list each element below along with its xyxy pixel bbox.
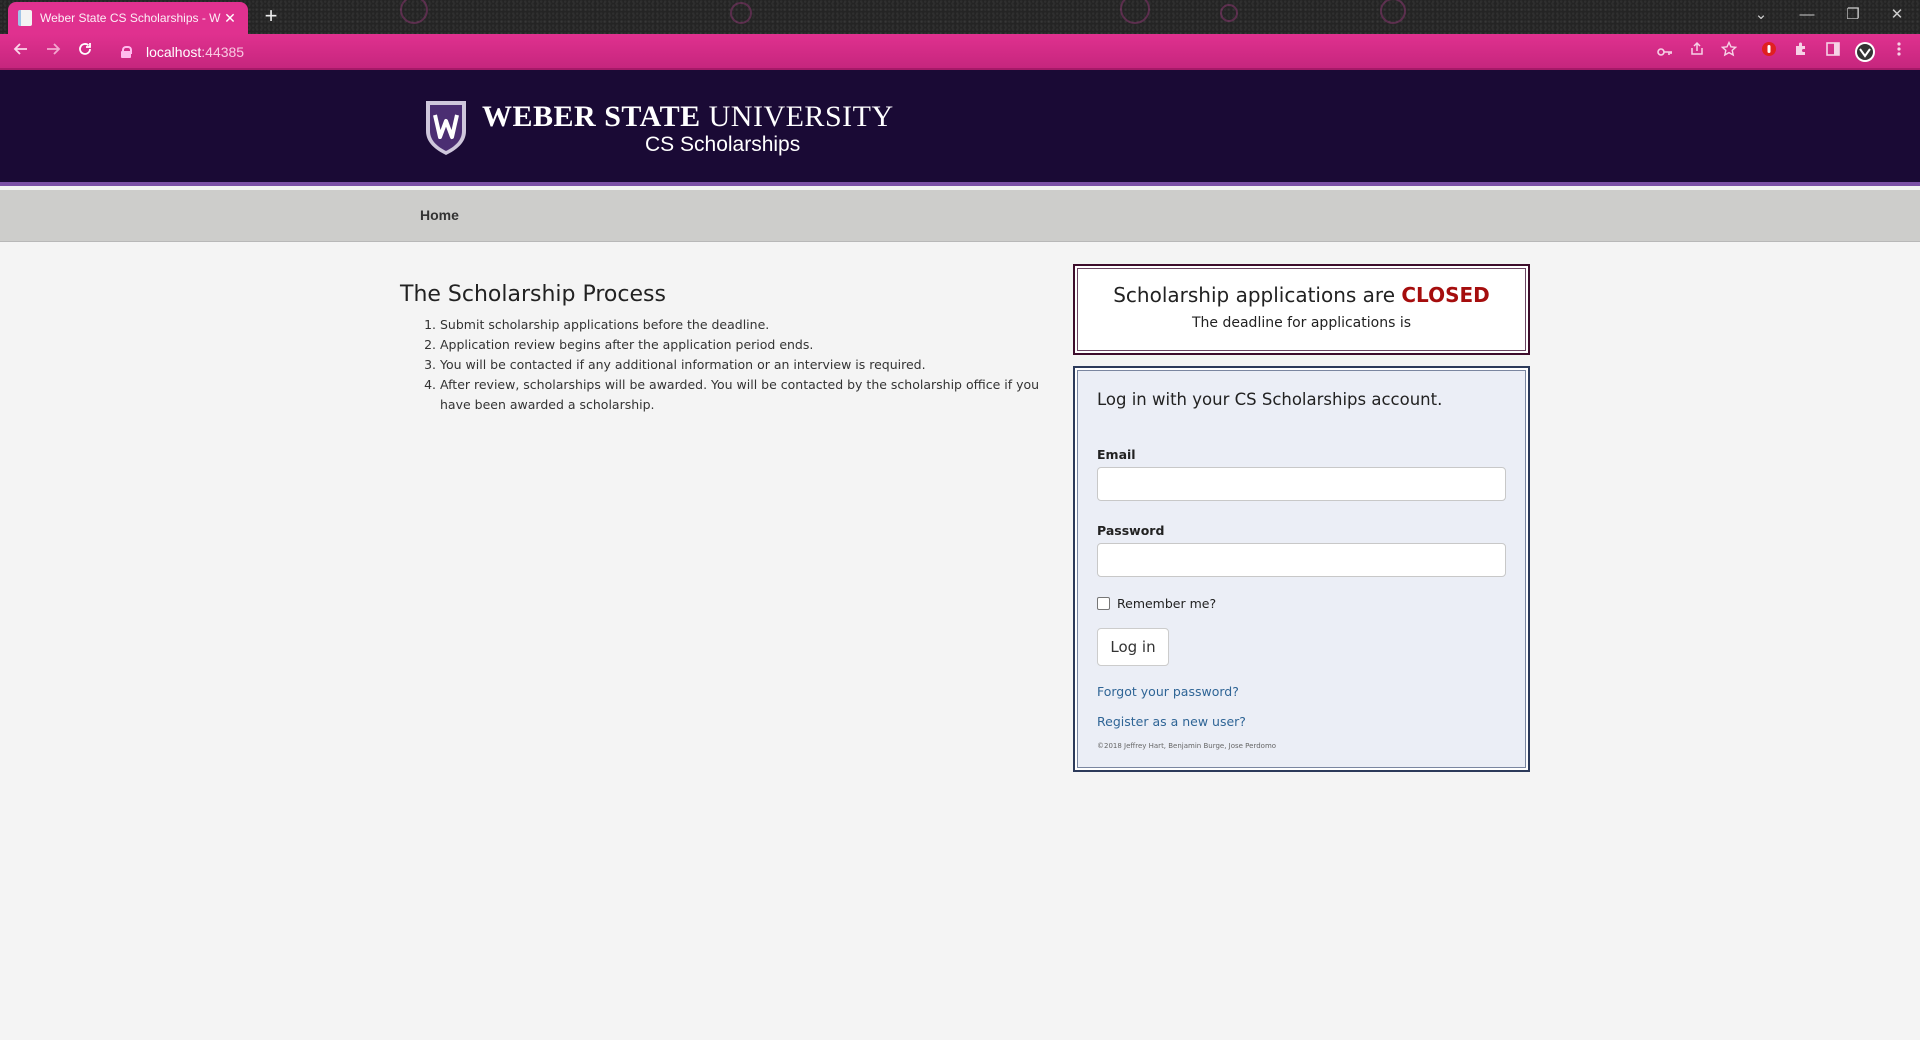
site-header: WEBER STATE UNIVERSITY CS Scholarships bbox=[0, 70, 1920, 186]
process-title: The Scholarship Process bbox=[400, 282, 666, 307]
site-subtitle: CS Scholarships bbox=[645, 133, 801, 156]
restore-button[interactable]: ❐ bbox=[1830, 0, 1876, 30]
tab-strip: Weber State CS Scholarships - W ✕ + ⌄ — … bbox=[0, 0, 1920, 34]
back-icon[interactable] bbox=[8, 39, 34, 65]
status-closed-badge: CLOSED bbox=[1401, 283, 1490, 307]
forward-icon[interactable] bbox=[40, 39, 66, 65]
theme-decoration bbox=[400, 0, 428, 24]
key-icon[interactable] bbox=[1654, 41, 1676, 63]
nav-home-link[interactable]: Home bbox=[420, 207, 459, 223]
new-tab-button[interactable]: + bbox=[258, 4, 284, 30]
extension-icon[interactable] bbox=[1758, 41, 1780, 63]
remember-me-checkbox[interactable] bbox=[1097, 597, 1110, 610]
password-label: Password bbox=[1097, 523, 1165, 538]
shield-icon bbox=[426, 101, 466, 155]
process-step: Application review begins after the appl… bbox=[440, 335, 1040, 355]
remember-me-label[interactable]: Remember me? bbox=[1117, 596, 1216, 611]
status-prefix: Scholarship applications are bbox=[1113, 283, 1402, 307]
forgot-password-link[interactable]: Forgot your password? bbox=[1097, 683, 1506, 701]
share-icon[interactable] bbox=[1686, 41, 1708, 63]
status-headline: Scholarship applications are CLOSED bbox=[1075, 283, 1528, 307]
process-section: The Scholarship Process Submit scholarsh… bbox=[400, 282, 1040, 415]
tab-title: Weber State CS Scholarships - W bbox=[40, 11, 221, 25]
application-status-box: Scholarship applications are CLOSED The … bbox=[1073, 264, 1530, 355]
theme-decoration bbox=[1220, 4, 1238, 22]
browser-chrome: Weber State CS Scholarships - W ✕ + ⌄ — … bbox=[0, 0, 1920, 70]
process-step: After review, scholarships will be award… bbox=[440, 375, 1040, 415]
theme-decoration bbox=[730, 2, 752, 24]
url-port: :44385 bbox=[201, 44, 245, 60]
star-icon[interactable] bbox=[1718, 40, 1740, 63]
profile-icon[interactable] bbox=[1854, 41, 1876, 63]
tab-search-icon[interactable]: ⌄ bbox=[1738, 0, 1784, 30]
header-stripe bbox=[0, 182, 1920, 186]
theme-decoration bbox=[1380, 0, 1406, 24]
university-name: WEBER STATE UNIVERSITY bbox=[482, 100, 894, 134]
university-name-light: UNIVERSITY bbox=[700, 100, 894, 133]
lock-icon[interactable] bbox=[120, 46, 132, 58]
minimize-button[interactable]: — bbox=[1784, 0, 1830, 30]
university-name-bold: WEBER STATE bbox=[482, 100, 701, 133]
email-label: Email bbox=[1097, 447, 1136, 462]
browser-tab-active[interactable]: Weber State CS Scholarships - W ✕ bbox=[8, 2, 248, 34]
login-links: Forgot your password? Register as a new … bbox=[1097, 683, 1506, 731]
email-field[interactable] bbox=[1097, 467, 1506, 501]
puzzle-icon[interactable] bbox=[1790, 41, 1812, 63]
url-host: localhost bbox=[146, 44, 202, 60]
register-link[interactable]: Register as a new user? bbox=[1097, 713, 1506, 731]
process-steps: Submit scholarship applications before t… bbox=[440, 315, 1040, 415]
password-field[interactable] bbox=[1097, 543, 1506, 577]
window-close-button[interactable]: ✕ bbox=[1874, 0, 1920, 30]
main-nav: Home bbox=[0, 190, 1920, 242]
copyright-text: ©2018 Jeffrey Hart, Benjamin Burge, Jose… bbox=[1097, 742, 1277, 750]
close-tab-icon[interactable]: ✕ bbox=[222, 10, 238, 27]
university-logo[interactable]: WEBER STATE UNIVERSITY CS Scholarships bbox=[425, 100, 894, 156]
sidepanel-icon[interactable] bbox=[1822, 41, 1844, 63]
process-step: You will be contacted if any additional … bbox=[440, 355, 1040, 375]
login-button[interactable]: Log in bbox=[1097, 628, 1169, 666]
url-field[interactable]: localhost:44385 bbox=[110, 38, 1630, 66]
process-step: Submit scholarship applications before t… bbox=[440, 315, 1040, 335]
theme-decoration bbox=[1120, 0, 1150, 24]
remember-me-row[interactable]: Remember me? bbox=[1097, 596, 1506, 611]
deadline-text: The deadline for applications is bbox=[1191, 315, 1412, 331]
address-bar: localhost:44385 bbox=[0, 34, 1920, 70]
reload-icon[interactable] bbox=[72, 39, 98, 65]
menu-icon[interactable] bbox=[1888, 41, 1910, 63]
page-favicon-icon bbox=[18, 10, 32, 26]
login-heading: Log in with your CS Scholarships account… bbox=[1097, 390, 1443, 409]
login-panel: Log in with your CS Scholarships account… bbox=[1073, 366, 1530, 772]
